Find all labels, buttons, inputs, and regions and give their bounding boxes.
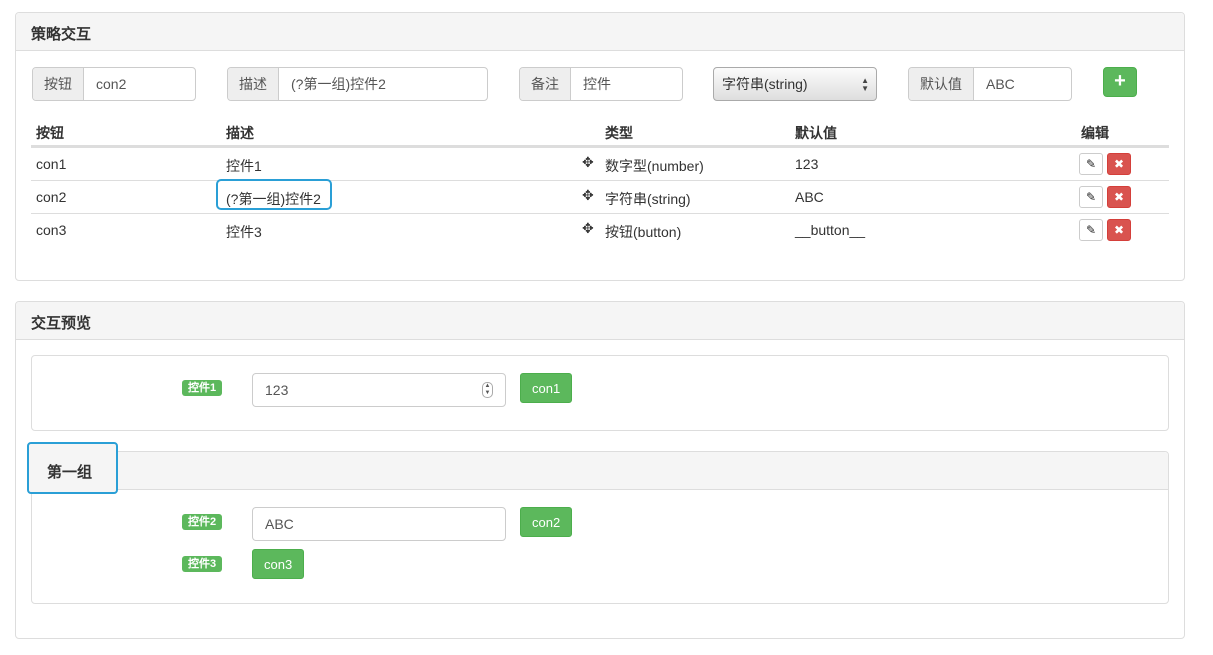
move-icon[interactable]: ✥ (582, 220, 594, 237)
move-icon[interactable]: ✥ (582, 187, 594, 204)
control-label: 控件1 (182, 380, 223, 396)
row-type: 字符串(string) (605, 191, 691, 207)
table-row: con3 控件3 ✥ 按钮(button) __button__ ✎ ✖ (31, 213, 1169, 246)
number-input-value: 123 (265, 382, 289, 398)
button-name-addon: 按钮 (33, 68, 84, 100)
edit-button[interactable]: ✎ (1079, 153, 1103, 175)
text-input[interactable]: ABC (252, 507, 506, 541)
strategy-panel: 策略交互 按钮 con2 描述 (?第一组)控件2 备注 控件 字符串(stri… (15, 12, 1185, 281)
select-arrows-icon: ▲ ▼ (861, 76, 869, 93)
button-name-input[interactable]: con2 (84, 68, 195, 100)
row-description: 控件1 (226, 158, 262, 174)
group-title: 第一组 (27, 442, 118, 494)
edit-button[interactable]: ✎ (1079, 219, 1103, 241)
edit-button[interactable]: ✎ (1079, 186, 1103, 208)
delete-button[interactable]: ✖ (1107, 219, 1131, 241)
number-input[interactable]: 123 ▲ ▼ (252, 373, 506, 407)
group-panel: 控件2 ABC con2 控件3 con3 (31, 451, 1169, 604)
note-addon: 备注 (520, 68, 571, 100)
delete-button[interactable]: ✖ (1107, 153, 1131, 175)
con2-button[interactable]: con2 (520, 507, 573, 537)
header-edit: 编辑 (1081, 125, 1109, 141)
table-header: 按钮 描述 类型 默认值 编辑 (31, 117, 1169, 147)
preview-panel: 交互预览 控件1 123 ▲ ▼ con1 控件2 ABC con2 控件3 co… (15, 301, 1185, 639)
row-type: 数字型(number) (605, 158, 704, 174)
remove-icon: ✖ (1113, 190, 1125, 204)
description-addon: 描述 (228, 68, 279, 100)
pencil-icon: ✎ (1085, 190, 1097, 204)
row-default: 123 (795, 156, 819, 172)
remove-icon: ✖ (1113, 157, 1125, 171)
default-value-input-group[interactable]: 默认值 ABC (908, 67, 1072, 101)
delete-button[interactable]: ✖ (1107, 186, 1131, 208)
default-value-input[interactable]: ABC (974, 68, 1071, 100)
row-default: __button__ (795, 222, 866, 238)
table-row: con2 (?第一组)控件2 ✥ 字符串(string) ABC ✎ ✖ (31, 179, 1169, 213)
spinner-icon[interactable]: ▲ ▼ (482, 382, 493, 398)
row-default: ABC (795, 189, 824, 205)
row-description: 控件3 (226, 224, 262, 240)
con1-button[interactable]: con1 (520, 373, 573, 403)
header-description: 描述 (226, 125, 254, 141)
description-input-group[interactable]: 描述 (?第一组)控件2 (227, 67, 488, 101)
type-select[interactable]: 字符串(string) ▲ ▼ (713, 67, 877, 101)
control-label: 控件3 (182, 556, 223, 572)
header-button: 按钮 (36, 125, 64, 141)
table-row: con1 控件1 ✥ 数字型(number) 123 ✎ ✖ (31, 147, 1169, 180)
button-name-input-group[interactable]: 按钮 con2 (32, 67, 196, 101)
remove-icon: ✖ (1113, 223, 1125, 237)
note-input[interactable]: 控件 (571, 68, 682, 100)
strategy-panel-title: 策略交互 (16, 13, 1184, 51)
preview-panel-title: 交互预览 (16, 302, 1184, 340)
header-default: 默认值 (795, 125, 837, 141)
control-label: 控件2 (182, 514, 223, 530)
text-input-value: ABC (265, 516, 294, 532)
move-icon[interactable]: ✥ (582, 154, 594, 171)
type-select-value: 字符串(string) (722, 76, 808, 92)
row-type: 按钮(button) (605, 224, 682, 240)
row-button: con3 (36, 222, 67, 238)
row-button: con2 (36, 189, 67, 205)
description-input[interactable]: (?第一组)控件2 (279, 68, 487, 100)
default-value-addon: 默认值 (909, 68, 974, 100)
ungrouped-controls: 控件1 123 ▲ ▼ con1 (31, 355, 1169, 431)
con3-button[interactable]: con3 (252, 549, 305, 579)
group-header (32, 452, 1168, 490)
header-type: 类型 (605, 125, 633, 141)
row-button: con1 (36, 156, 67, 172)
pencil-icon: ✎ (1085, 223, 1097, 237)
pencil-icon: ✎ (1085, 157, 1097, 171)
add-button[interactable]: + (1103, 67, 1137, 97)
note-input-group[interactable]: 备注 控件 (519, 67, 683, 101)
row-description: (?第一组)控件2 (226, 191, 321, 207)
